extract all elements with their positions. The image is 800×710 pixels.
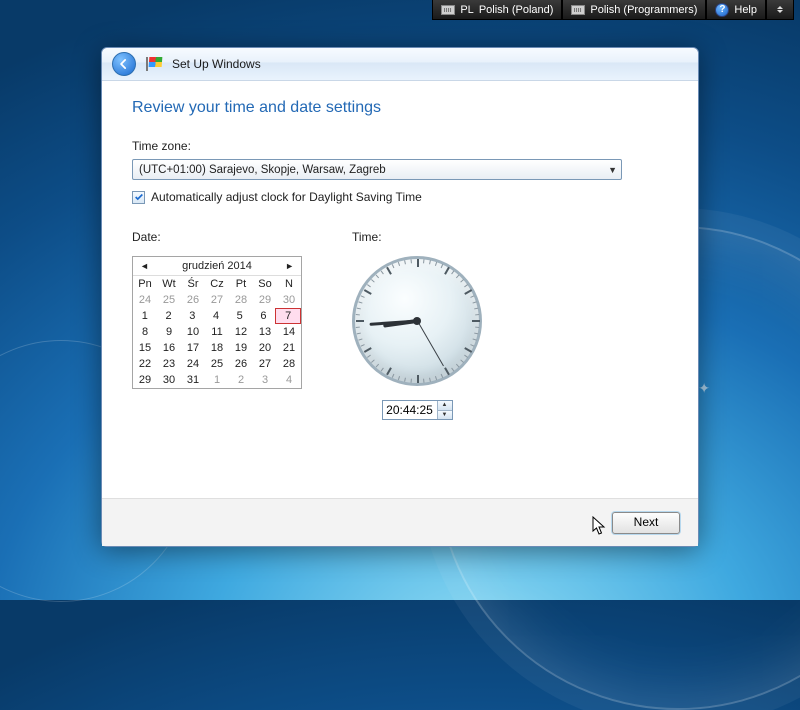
setup-window: Set Up Windows Review your time and date… (101, 47, 699, 547)
date-label: Date: (132, 230, 302, 244)
background-sparkle: ✦ (698, 380, 710, 397)
analog-clock (352, 256, 482, 386)
calendar-day[interactable]: 27 (205, 292, 229, 308)
help-icon: ? (715, 3, 729, 17)
calendar-day[interactable]: 1 (205, 372, 229, 388)
calendar-weekday: Pt (229, 276, 253, 292)
calendar-day[interactable]: 29 (253, 292, 277, 308)
calendar-weekday: N (277, 276, 301, 292)
keyboard-icon (441, 5, 455, 15)
clock-center (413, 317, 421, 325)
timezone-value: (UTC+01:00) Sarajevo, Skopje, Warsaw, Za… (139, 164, 386, 176)
check-icon (134, 192, 144, 202)
timezone-label: Time zone: (132, 139, 668, 153)
calendar-day[interactable]: 2 (157, 308, 181, 324)
calendar-day[interactable]: 6 (252, 308, 276, 324)
calendar-day[interactable]: 8 (133, 324, 157, 340)
clock-second-hand (417, 321, 444, 367)
calendar-day[interactable]: 24 (133, 292, 157, 308)
calendar-day[interactable]: 4 (277, 372, 301, 388)
setup-toolbar: PL Polish (Poland) Polish (Programmers) … (432, 0, 794, 20)
calendar-day[interactable]: 31 (181, 372, 205, 388)
calendar-day[interactable]: 7 (275, 308, 301, 324)
dst-checkbox[interactable] (132, 191, 145, 204)
language-code: PL (460, 4, 473, 16)
calendar-day[interactable]: 19 (229, 340, 253, 356)
calendar-month-title: grudzień 2014 (182, 260, 252, 272)
calendar-day[interactable]: 3 (253, 372, 277, 388)
window-titlebar: Set Up Windows (102, 48, 698, 81)
keyboard-icon (571, 5, 585, 15)
time-spinner[interactable]: ▲ ▼ (382, 400, 453, 420)
calendar-prev-button[interactable]: ◄ (137, 260, 152, 272)
calendar-weekday: So (253, 276, 277, 292)
calendar-day[interactable]: 26 (181, 292, 205, 308)
arrow-left-icon (117, 57, 131, 71)
keyboard-layout-name: Polish (Programmers) (590, 4, 697, 16)
time-input[interactable] (383, 401, 437, 419)
calendar-weekday: Pn (133, 276, 157, 292)
calendar-day[interactable]: 25 (205, 356, 229, 372)
help-label: Help (734, 4, 757, 16)
calendar-day[interactable]: 15 (133, 340, 157, 356)
calendar-day[interactable]: 28 (229, 292, 253, 308)
calendar-day[interactable]: 30 (277, 292, 301, 308)
toolbar-more-button[interactable] (766, 0, 794, 20)
chevron-updown-icon (775, 6, 785, 13)
back-button[interactable] (112, 52, 136, 76)
calendar-day[interactable]: 28 (277, 356, 301, 372)
window-content: Review your time and date settings Time … (102, 81, 698, 498)
calendar-day[interactable]: 26 (229, 356, 253, 372)
calendar-day[interactable]: 20 (253, 340, 277, 356)
time-increment-button[interactable]: ▲ (438, 401, 452, 411)
calendar-day[interactable]: 12 (229, 324, 253, 340)
time-label: Time: (352, 230, 482, 244)
window-title: Set Up Windows (172, 57, 261, 71)
calendar-day[interactable]: 3 (180, 308, 204, 324)
calendar-day[interactable]: 10 (181, 324, 205, 340)
calendar-day[interactable]: 9 (157, 324, 181, 340)
timezone-combobox[interactable]: (UTC+01:00) Sarajevo, Skopje, Warsaw, Za… (132, 159, 622, 180)
calendar-day[interactable]: 23 (157, 356, 181, 372)
next-button[interactable]: Next (612, 512, 680, 534)
keyboard-layout-selector[interactable]: Polish (Programmers) (562, 0, 706, 20)
chevron-down-icon: ▼ (608, 165, 617, 175)
calendar-weekday: Wt (157, 276, 181, 292)
calendar-weekday: Śr (181, 276, 205, 292)
calendar[interactable]: ◄ grudzień 2014 ► PnWtŚrCzPtSoN242526272… (132, 256, 302, 389)
language-selector[interactable]: PL Polish (Poland) (432, 0, 562, 20)
calendar-day[interactable]: 17 (181, 340, 205, 356)
calendar-day[interactable]: 1 (133, 308, 157, 324)
page-heading: Review your time and date settings (132, 99, 668, 117)
calendar-day[interactable]: 16 (157, 340, 181, 356)
calendar-next-button[interactable]: ► (282, 260, 297, 272)
help-button[interactable]: ? Help (706, 0, 766, 20)
calendar-day[interactable]: 21 (277, 340, 301, 356)
calendar-day[interactable]: 2 (229, 372, 253, 388)
calendar-day[interactable]: 4 (204, 308, 228, 324)
language-name: Polish (Poland) (479, 4, 554, 16)
calendar-day[interactable]: 22 (133, 356, 157, 372)
calendar-day[interactable]: 24 (181, 356, 205, 372)
time-decrement-button[interactable]: ▼ (438, 411, 452, 420)
windows-flag-icon (146, 57, 162, 71)
calendar-day[interactable]: 29 (133, 372, 157, 388)
dst-label: Automatically adjust clock for Daylight … (151, 190, 422, 204)
calendar-day[interactable]: 18 (205, 340, 229, 356)
calendar-day[interactable]: 14 (277, 324, 301, 340)
calendar-day[interactable]: 27 (253, 356, 277, 372)
calendar-weekday: Cz (205, 276, 229, 292)
calendar-day[interactable]: 13 (253, 324, 277, 340)
calendar-day[interactable]: 5 (228, 308, 252, 324)
calendar-day[interactable]: 11 (205, 324, 229, 340)
calendar-day[interactable]: 25 (157, 292, 181, 308)
calendar-day[interactable]: 30 (157, 372, 181, 388)
window-footer: Next (102, 498, 698, 546)
